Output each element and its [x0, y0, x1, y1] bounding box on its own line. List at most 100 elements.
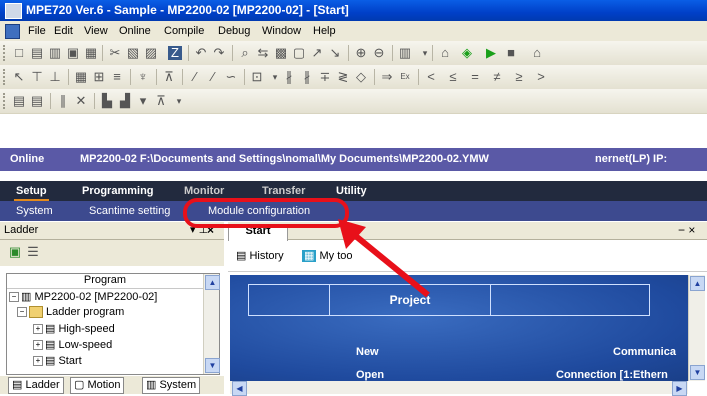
tree-item-low-speed[interactable]: + ▤ Low-speed	[33, 338, 112, 351]
zoom-out-icon[interactable]: ⊖	[372, 46, 386, 60]
line-3-icon[interactable]: ∽	[224, 70, 238, 84]
fill-2-icon[interactable]: ▟	[118, 94, 132, 108]
branch-icon[interactable]: ⊞	[92, 70, 106, 84]
module-icon-2[interactable]: ⌂	[530, 46, 544, 60]
module-icon[interactable]: ⌂	[438, 46, 452, 60]
func-3-icon[interactable]: ◇	[354, 70, 368, 84]
table-icon[interactable]: ▤	[12, 94, 26, 108]
menu-debug[interactable]: Debug	[218, 25, 250, 37]
new-link[interactable]: New	[356, 346, 379, 358]
tree-scrollbar[interactable]: ▲ ▼	[203, 274, 220, 374]
open-folder-icon[interactable]: ▥	[48, 46, 62, 60]
table-2-icon[interactable]: ▤	[30, 94, 44, 108]
search-icon[interactable]: ▢	[292, 46, 306, 60]
jump-icon[interactable]: ↗	[310, 46, 324, 60]
not-equal-icon[interactable]: ≠	[490, 70, 504, 84]
line-4-icon[interactable]: ∥	[56, 94, 70, 108]
tab-system[interactable]: ▥ System	[142, 377, 201, 394]
collapse-icon[interactable]: −	[9, 292, 19, 303]
history-button[interactable]: ▤ History	[236, 249, 284, 262]
equal-icon[interactable]: =	[468, 70, 482, 84]
less-than-icon[interactable]: <	[424, 70, 438, 84]
label-icon[interactable]: ⊡	[250, 70, 264, 84]
tab-transfer[interactable]: Transfer	[262, 185, 305, 197]
store-icon[interactable]: ⇒	[380, 70, 394, 84]
subtab-system[interactable]: System	[16, 205, 53, 217]
dropdown-icon[interactable]: ▾	[418, 46, 432, 60]
less-equal-icon[interactable]: ≤	[446, 70, 460, 84]
tab-programming[interactable]: Programming	[82, 185, 154, 197]
program-list-icon[interactable]: ▣	[8, 245, 22, 259]
instruction-icon[interactable]: ⊼	[162, 70, 176, 84]
document-icon[interactable]	[5, 24, 20, 39]
paste-icon[interactable]: ▨	[144, 46, 158, 60]
open-icon[interactable]: ▤	[30, 46, 44, 60]
menu-file[interactable]: File	[28, 25, 46, 37]
undo-icon[interactable]: ↶	[194, 46, 208, 60]
dropdown-icon-2[interactable]: ▾	[268, 70, 282, 84]
tree-item-start[interactable]: + ▤ Start	[33, 354, 82, 367]
tree-item-ladder-program[interactable]: − Ladder program	[17, 306, 124, 319]
tab-monitor[interactable]: Monitor	[184, 185, 224, 197]
contact-a-icon[interactable]: ⊤	[30, 70, 44, 84]
find-icon[interactable]: ⌕	[238, 46, 252, 60]
parallel-2-icon[interactable]: ∦	[300, 70, 314, 84]
menu-help[interactable]: Help	[313, 25, 336, 37]
select-icon[interactable]: ↖	[12, 70, 26, 84]
monitor-icon[interactable]: ▥	[398, 46, 412, 60]
mark-2-icon[interactable]: ⊼	[154, 94, 168, 108]
greater-than-icon[interactable]: >	[534, 70, 548, 84]
greater-equal-icon[interactable]: ≥	[512, 70, 526, 84]
scroll-up-icon[interactable]: ▲	[690, 276, 705, 291]
cut-icon[interactable]: ✂	[108, 46, 122, 60]
canvas-hscrollbar[interactable]: ◀ ▶	[230, 381, 688, 396]
scroll-down-icon[interactable]: ▼	[690, 365, 705, 380]
menu-compile[interactable]: Compile	[164, 25, 204, 37]
window-controls[interactable]: − ×	[678, 223, 695, 237]
open-link[interactable]: Open	[356, 369, 384, 381]
expand-icon[interactable]: +	[33, 340, 43, 351]
fbd-icon[interactable]: ♆	[136, 70, 150, 84]
list-view-icon[interactable]: ☰	[26, 245, 40, 259]
menu-online[interactable]: Online	[119, 25, 151, 37]
menu-view[interactable]: View	[84, 25, 108, 37]
zoom-in-icon[interactable]: ⊕	[354, 46, 368, 60]
scroll-down-icon[interactable]: ▼	[205, 358, 220, 373]
replace-icon[interactable]: ⇆	[256, 46, 270, 60]
expand-icon[interactable]: +	[33, 356, 43, 367]
parallel-icon[interactable]: ∦	[282, 70, 296, 84]
tab-setup[interactable]: Setup	[14, 185, 49, 201]
goto-icon[interactable]: ↘	[328, 46, 342, 60]
canvas-scrollbar[interactable]: ▲ ▼	[688, 275, 705, 381]
collapse-icon[interactable]: −	[17, 307, 27, 318]
contact-b-icon[interactable]: ⊥	[48, 70, 62, 84]
redo-icon[interactable]: ↷	[212, 46, 226, 60]
rung-icon[interactable]: ▦	[74, 70, 88, 84]
crossref-icon[interactable]: ▩	[274, 46, 288, 60]
line-icon[interactable]: ∕	[188, 70, 202, 84]
menu-window[interactable]: Window	[262, 25, 301, 37]
print-icon[interactable]: ▦	[84, 46, 98, 60]
connect-icon[interactable]: ◈	[460, 46, 474, 60]
line-2-icon[interactable]: ∕	[206, 70, 220, 84]
subtab-scantime-setting[interactable]: Scantime setting	[89, 205, 170, 217]
func-2-icon[interactable]: ≷	[336, 70, 350, 84]
fill-icon[interactable]: ▙	[100, 94, 114, 108]
tree-item-high-speed[interactable]: + ▤ High-speed	[33, 322, 115, 335]
coil-icon[interactable]: ≡	[110, 70, 124, 84]
tab-motion[interactable]: ▢ Motion	[70, 377, 125, 394]
tab-utility[interactable]: Utility	[336, 185, 367, 197]
mark-icon[interactable]: ▾	[136, 94, 150, 108]
func-icon[interactable]: ∓	[318, 70, 332, 84]
expression-icon[interactable]: Ex	[398, 70, 412, 84]
run-icon[interactable]: ▶	[484, 46, 498, 60]
connection-link[interactable]: Connection [1:Ethern	[556, 369, 668, 381]
dropdown-icon-3[interactable]: ▾	[172, 94, 186, 108]
convert-icon[interactable]: Z	[168, 46, 182, 60]
stop-icon[interactable]: ■	[504, 46, 518, 60]
tab-ladder[interactable]: ▤ Ladder	[8, 377, 64, 394]
new-icon[interactable]: □	[12, 46, 26, 60]
save-icon[interactable]: ▣	[66, 46, 80, 60]
tree-item-root[interactable]: − ▥ MP2200-02 [MP2200-02]	[9, 290, 157, 303]
expand-icon[interactable]: +	[33, 324, 43, 335]
